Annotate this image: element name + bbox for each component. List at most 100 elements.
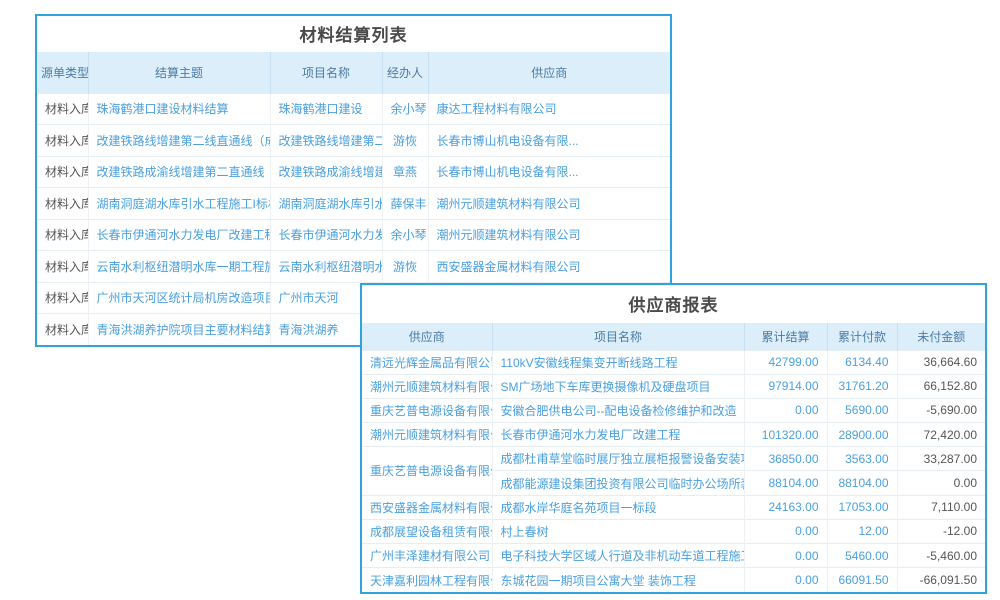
table-row: 清远光辉金属品有限公司 110kV安徽线程集变开断线路工程 42799.00 6…	[362, 350, 985, 374]
col-header-project-name: 项目名称	[492, 323, 744, 350]
total-settled-value[interactable]: 0.00	[744, 568, 827, 592]
col-header-handler: 经办人	[382, 52, 428, 93]
supplier-report-panel: 供应商报表 供应商 项目名称 累计结算 累计付款 未付金额 清远光辉金属品有限公…	[360, 283, 987, 594]
source-type-cell: 材料入库	[37, 251, 88, 283]
total-settled-value[interactable]: 101320.00	[744, 423, 827, 447]
total-paid-value[interactable]: 12.00	[827, 519, 897, 543]
total-settled-value[interactable]: 0.00	[744, 398, 827, 422]
project-name-link[interactable]: 珠海鹤港口建设	[270, 93, 382, 125]
supplier-link[interactable]: 潮州元顺建筑材料有限公司	[362, 423, 492, 447]
supplier-link[interactable]: 长春市博山机电设备有限...	[428, 156, 670, 188]
total-paid-value[interactable]: 66091.50	[827, 568, 897, 592]
source-type-cell: 材料入库	[37, 188, 88, 220]
project-name-link[interactable]: 云南水利枢纽潜明水库一...	[270, 251, 382, 283]
supplier-link[interactable]: 成都展望设备租赁有限公司	[362, 519, 492, 543]
supplier-link[interactable]: 广州丰泽建材有限公司	[362, 544, 492, 568]
project-name-link[interactable]: 成都能源建设集团投资有限公司临时办公场所装	[492, 471, 744, 495]
table-row: 潮州元顺建筑材料有限公司 长春市伊通河水力发电厂改建工程 101320.00 2…	[362, 423, 985, 447]
supplier-panel-title: 供应商报表	[362, 285, 985, 323]
supplier-link[interactable]: 潮州元顺建筑材料有限公司	[362, 374, 492, 398]
project-name-link[interactable]: 长春市伊通河水力发电厂改建工程	[492, 423, 744, 447]
supplier-link[interactable]: 潮州元顺建筑材料有限公司	[428, 219, 670, 251]
total-paid-value[interactable]: 6134.40	[827, 350, 897, 374]
unpaid-amount-value: -66,091.50	[897, 568, 985, 592]
unpaid-amount-value: 72,420.00	[897, 423, 985, 447]
source-type-cell: 材料入库	[37, 93, 88, 125]
col-header-supplier: 供应商	[362, 323, 492, 350]
project-name-link[interactable]: 长春市伊通河水力发电厂...	[270, 219, 382, 251]
table-row: 材料入库 云南水利枢纽潜明水库一期工程施... 云南水利枢纽潜明水库一... 游…	[37, 251, 670, 283]
unpaid-amount-value: -5,690.00	[897, 398, 985, 422]
source-type-cell: 材料入库	[37, 314, 88, 346]
settlement-subject-link[interactable]: 青海洪湖养护院项目主要材料结算	[88, 314, 270, 346]
table-row: 重庆艺普电源设备有限公司 成都杜甫草堂临时展厅独立展柜报警设备安装项 36850…	[362, 447, 985, 471]
source-type-cell: 材料入库	[37, 219, 88, 251]
total-settled-value[interactable]: 42799.00	[744, 350, 827, 374]
project-name-link[interactable]: 成都水岸华庭名苑项目一标段	[492, 495, 744, 519]
handler-link[interactable]: 游恢	[382, 125, 428, 157]
unpaid-amount-value: 66,152.80	[897, 374, 985, 398]
table-row: 广州丰泽建材有限公司 电子科技大学区域人行道及非机动车道工程施工 0.00 54…	[362, 544, 985, 568]
col-header-unpaid-amount: 未付金额	[897, 323, 985, 350]
col-header-total-settled: 累计结算	[744, 323, 827, 350]
supplier-link[interactable]: 西安盛器金属材料有限公司	[362, 495, 492, 519]
supplier-link[interactable]: 长春市博山机电设备有限...	[428, 125, 670, 157]
handler-link[interactable]: 游恢	[382, 251, 428, 283]
total-paid-value[interactable]: 31761.20	[827, 374, 897, 398]
settlement-subject-link[interactable]: 长春市伊通河水力发电厂改建工程...	[88, 219, 270, 251]
unpaid-amount-value: 7,110.00	[897, 495, 985, 519]
project-name-link[interactable]: 110kV安徽线程集变开断线路工程	[492, 350, 744, 374]
table-row: 材料入库 珠海鹤港口建设材料结算 珠海鹤港口建设 余小琴 康达工程材料有限公司	[37, 93, 670, 125]
total-settled-value[interactable]: 88104.00	[744, 471, 827, 495]
project-name-link[interactable]: 电子科技大学区域人行道及非机动车道工程施工	[492, 544, 744, 568]
total-settled-value[interactable]: 0.00	[744, 519, 827, 543]
project-name-link[interactable]: 东城花园一期项目公寓大堂 装饰工程	[492, 568, 744, 592]
project-name-link[interactable]: 改建铁路线增建第二线直...	[270, 125, 382, 157]
total-paid-value[interactable]: 5460.00	[827, 544, 897, 568]
col-header-settlement-subject: 结算主题	[88, 52, 270, 93]
handler-link[interactable]: 薛保丰	[382, 188, 428, 220]
total-paid-value[interactable]: 5690.00	[827, 398, 897, 422]
total-paid-value[interactable]: 17053.00	[827, 495, 897, 519]
supplier-link[interactable]: 重庆艺普电源设备有限公司	[362, 398, 492, 422]
handler-link[interactable]: 章燕	[382, 156, 428, 188]
unpaid-amount-value: 33,287.00	[897, 447, 985, 471]
settlement-subject-link[interactable]: 广州市天河区统计局机房改造项目...	[88, 282, 270, 314]
source-type-cell: 材料入库	[37, 125, 88, 157]
supplier-link[interactable]: 康达工程材料有限公司	[428, 93, 670, 125]
total-paid-value[interactable]: 3563.00	[827, 447, 897, 471]
project-name-link[interactable]: 村上春树	[492, 519, 744, 543]
supplier-link[interactable]: 西安盛器金属材料有限公司	[428, 251, 670, 283]
table-row: 潮州元顺建筑材料有限公司 SM广场地下车库更换摄像机及硬盘项目 97914.00…	[362, 374, 985, 398]
supplier-table: 供应商 项目名称 累计结算 累计付款 未付金额 清远光辉金属品有限公司 110k…	[362, 323, 985, 592]
col-header-source-type: 源单类型	[37, 52, 88, 93]
project-name-link[interactable]: 湖南洞庭湖水库引水工程...	[270, 188, 382, 220]
col-header-total-paid: 累计付款	[827, 323, 897, 350]
total-paid-value[interactable]: 28900.00	[827, 423, 897, 447]
supplier-link[interactable]: 天津嘉利园林工程有限公司	[362, 568, 492, 592]
total-paid-value[interactable]: 88104.00	[827, 471, 897, 495]
project-name-link[interactable]: 改建铁路成渝线增建第二...	[270, 156, 382, 188]
settlement-subject-link[interactable]: 改建铁路成渝线增建第二直通线（...	[88, 156, 270, 188]
table-row: 天津嘉利园林工程有限公司 东城花园一期项目公寓大堂 装饰工程 0.00 6609…	[362, 568, 985, 592]
table-row: 成都展望设备租赁有限公司 村上春树 0.00 12.00 -12.00	[362, 519, 985, 543]
settlement-subject-link[interactable]: 改建铁路线增建第二线直通线（成...	[88, 125, 270, 157]
total-settled-value[interactable]: 36850.00	[744, 447, 827, 471]
handler-link[interactable]: 余小琴	[382, 93, 428, 125]
supplier-link[interactable]: 潮州元顺建筑材料有限公司	[428, 188, 670, 220]
handler-link[interactable]: 余小琴	[382, 219, 428, 251]
unpaid-amount-value: -5,460.00	[897, 544, 985, 568]
settlement-subject-link[interactable]: 珠海鹤港口建设材料结算	[88, 93, 270, 125]
total-settled-value[interactable]: 24163.00	[744, 495, 827, 519]
table-row: 材料入库 湖南洞庭湖水库引水工程施工I标材... 湖南洞庭湖水库引水工程... …	[37, 188, 670, 220]
project-name-link[interactable]: SM广场地下车库更换摄像机及硬盘项目	[492, 374, 744, 398]
col-header-supplier: 供应商	[428, 52, 670, 93]
settlement-subject-link[interactable]: 湖南洞庭湖水库引水工程施工I标材...	[88, 188, 270, 220]
total-settled-value[interactable]: 0.00	[744, 544, 827, 568]
supplier-link[interactable]: 重庆艺普电源设备有限公司	[362, 447, 492, 495]
project-name-link[interactable]: 安徽合肥供电公司--配电设备检修维护和改造	[492, 398, 744, 422]
total-settled-value[interactable]: 97914.00	[744, 374, 827, 398]
supplier-link[interactable]: 清远光辉金属品有限公司	[362, 350, 492, 374]
project-name-link[interactable]: 成都杜甫草堂临时展厅独立展柜报警设备安装项	[492, 447, 744, 471]
settlement-subject-link[interactable]: 云南水利枢纽潜明水库一期工程施...	[88, 251, 270, 283]
